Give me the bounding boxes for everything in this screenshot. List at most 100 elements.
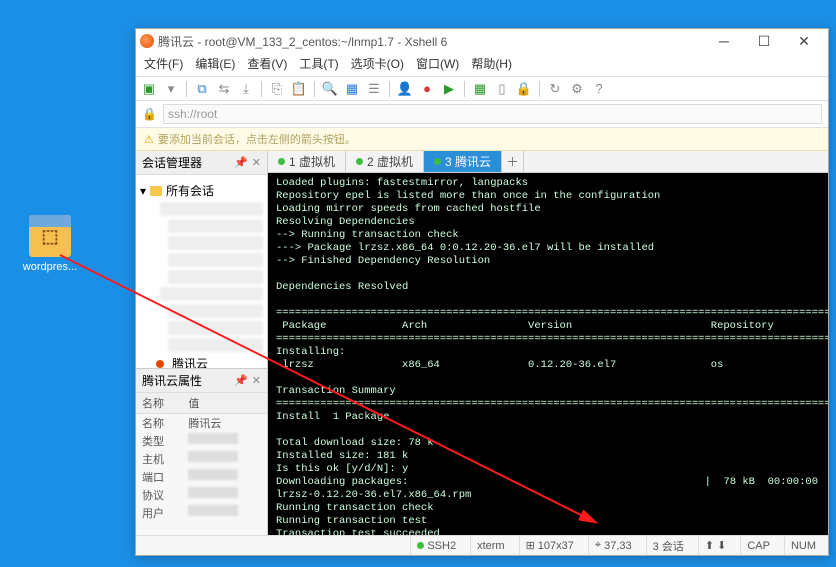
tab-vm1[interactable]: 1 虚拟机 [268,151,346,172]
pin-icon[interactable]: 📌 [234,374,248,387]
tab-add-button[interactable]: ＋ [502,151,524,172]
table-row: 用户 [136,504,267,522]
table-row: 主机 [136,450,267,468]
separator [261,81,262,97]
person-icon[interactable]: 👤 [396,80,414,98]
menu-tools[interactable]: 工具(T) [299,55,338,72]
new-session-icon[interactable]: ▣ [140,80,158,98]
save-icon[interactable]: ⤓ [237,80,255,98]
status-cursor: 37,33 [604,540,632,552]
table-row: 端口 [136,468,267,486]
warning-icon: ⚠ [144,133,154,146]
status-dot-icon [434,158,441,165]
link-icon[interactable]: ⇆ [215,80,233,98]
col-value: 值 [182,393,267,414]
status-protocol: SSH2 [427,540,456,552]
separator [186,81,187,97]
status-sessions: 3 会话 [653,538,684,554]
window-title: 腾讯云 - root@VM_133_2_centos:~/lnmp1.7 - X… [158,33,704,50]
desktop-icon-label: wordpres... [20,261,80,273]
menu-view[interactable]: 查看(V) [247,55,287,72]
copy-icon[interactable]: ⎘ [268,80,286,98]
status-size: 107x37 [538,540,574,552]
tree-item[interactable] [168,321,263,335]
tree-item[interactable] [168,270,263,284]
session-manager-header: 会话管理器 📌 ✕ [136,151,267,175]
properties-panel: 腾讯云属性 📌 ✕ 名称 值 名称腾讯云 类型 主机 端口 [136,369,267,535]
archive-icon: ⬚ [29,215,71,257]
status-dot-icon [417,542,424,549]
separator [464,81,465,97]
menu-window[interactable]: 窗口(W) [416,55,459,72]
address-input[interactable] [163,104,822,124]
close-button[interactable]: ✕ [784,29,824,53]
tab-bar: 1 虚拟机 2 虚拟机 3 腾讯云 ＋ [268,151,828,173]
search-icon[interactable]: 🔍 [321,80,339,98]
session-manager-title: 会话管理器 [142,154,202,171]
paste-icon[interactable]: 📋 [290,80,308,98]
minimize-button[interactable]: ─ [704,29,744,53]
open-icon[interactable]: ⧉ [193,80,211,98]
grid-icon[interactable]: ▦ [471,80,489,98]
refresh-icon[interactable]: ↻ [546,80,564,98]
tab-vm2[interactable]: 2 虚拟机 [346,151,424,172]
tree-root-label: 所有会话 [166,182,214,199]
desktop-icon-wordpress[interactable]: ⬚ wordpres... [20,215,80,273]
tree-item[interactable] [160,202,263,216]
status-num: NUM [791,540,816,552]
props-icon[interactable]: ☰ [365,80,383,98]
panel-close-icon[interactable]: ✕ [252,156,261,169]
lock-icon[interactable]: 🔒 [515,80,533,98]
tree-item-label: 腾讯云 [172,355,208,369]
tree-item[interactable] [168,253,263,267]
menu-help[interactable]: 帮助(H) [471,55,512,72]
hint-text: 要添加当前会话，点击左侧的箭头按钮。 [158,131,356,147]
help-icon[interactable]: ? [590,80,608,98]
status-dot-icon [278,158,285,165]
progress-text: | 78 kB 00:00:00 [705,476,818,489]
hint-bar: ⚠ 要添加当前会话，点击左侧的箭头按钮。 [136,128,828,151]
panel-close-icon[interactable]: ✕ [252,374,261,387]
tab-label: 1 虚拟机 [289,153,335,170]
tree-item[interactable] [168,304,263,318]
record-icon[interactable]: ● [418,80,436,98]
dropdown-icon[interactable]: ▾ [162,80,180,98]
status-cap: CAP [747,540,770,552]
properties-table: 名称 值 名称腾讯云 类型 主机 端口 协议 用户 [136,393,267,522]
session-tree[interactable]: ▾ 所有会话 腾讯云 [136,175,267,369]
pin-icon[interactable]: 📌 [234,156,248,169]
gear-icon[interactable]: ⚙ [568,80,586,98]
tree-item[interactable] [168,236,263,250]
tree-item[interactable] [168,219,263,233]
table-row: 名称腾讯云 [136,414,267,433]
ssh-lock-icon: 🔒 [142,107,157,121]
table-row: 类型 [136,432,267,450]
tree-root[interactable]: ▾ 所有会话 [140,182,263,199]
session-icon [156,360,164,368]
table-row: 协议 [136,486,267,504]
separator [314,81,315,97]
properties-header: 腾讯云属性 📌 ✕ [136,369,267,393]
maximize-button[interactable]: ☐ [744,29,784,53]
col-name: 名称 [136,393,182,414]
tree-item[interactable] [160,287,263,301]
titlebar[interactable]: 腾讯云 - root@VM_133_2_centos:~/lnmp1.7 - X… [136,29,828,53]
toolbar: ▣ ▾ ⧉ ⇆ ⤓ ⎘ 📋 🔍 ▦ ☰ 👤 ● ▶ ▦ ▯ 🔒 ↻ ⚙ ? [136,77,828,101]
play-icon[interactable]: ▶ [440,80,458,98]
tree-item[interactable] [168,338,263,352]
tree-item-tencent[interactable]: 腾讯云 [156,355,263,369]
statusbar: SSH2 xterm ⊞ 107x37 ⌖ 37,33 3 会话 ⬆ ⬇ CAP… [136,535,828,555]
separator [389,81,390,97]
menubar: 文件(F) 编辑(E) 查看(V) 工具(T) 选项卡(O) 窗口(W) 帮助(… [136,53,828,77]
tab-label: 2 虚拟机 [367,153,413,170]
sidebar: 会话管理器 📌 ✕ ▾ 所有会话 [136,151,268,535]
tab-tencent[interactable]: 3 腾讯云 [424,151,502,172]
app-icon [140,34,154,48]
layout-icon[interactable]: ▯ [493,80,511,98]
folder-icon[interactable]: ▦ [343,80,361,98]
menu-tabs[interactable]: 选项卡(O) [351,55,404,72]
menu-edit[interactable]: 编辑(E) [195,55,235,72]
tab-label: 3 腾讯云 [445,153,491,170]
terminal[interactable]: Loaded plugins: fastestmirror, langpacks… [268,173,828,535]
menu-file[interactable]: 文件(F) [144,55,183,72]
